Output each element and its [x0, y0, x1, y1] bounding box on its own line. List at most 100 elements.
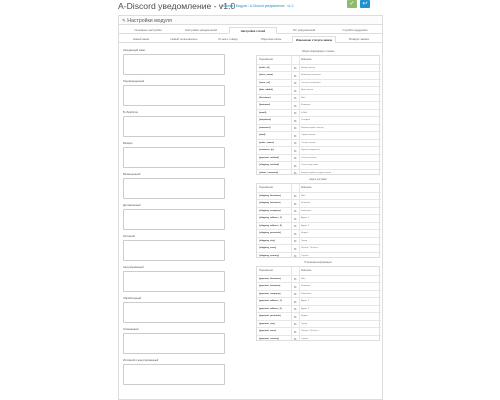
tab-5[interactable]: Служба поддержки — [331, 27, 379, 34]
field-label: Истёкший и аннулированный — [123, 359, 159, 362]
variable-name: {payment_city} — [259, 322, 275, 325]
copy-icon[interactable]: ⧉ — [294, 164, 296, 168]
copy-icon[interactable]: ⧉ — [294, 315, 296, 319]
copy-icon[interactable]: ⧉ — [294, 254, 296, 258]
template-textarea[interactable] — [123, 147, 225, 168]
subtab-5[interactable]: Изменение статуса заказа — [292, 36, 336, 43]
variable-description: Адрес 1 — [301, 300, 310, 302]
tab-1[interactable]: Основные настройки — [125, 27, 171, 34]
variable-name: {store_url} — [259, 81, 271, 84]
check-icon: ✓ — [349, 1, 355, 7]
copy-icon[interactable]: ⧉ — [294, 202, 296, 206]
variable-row: {customer_ip} ⧉ Группа покупателя — [257, 146, 381, 154]
variable-name: {total} — [259, 134, 266, 136]
variable-row: {status_comment} ⧉ Комментарий истории зак… — [257, 168, 381, 177]
copy-icon[interactable]: ⧉ — [294, 277, 296, 281]
copy-icon[interactable]: ⧉ — [294, 81, 296, 85]
copy-icon[interactable]: ⧉ — [294, 171, 296, 175]
variable-description: Имя — [301, 277, 306, 280]
copy-icon[interactable]: ⧉ — [294, 217, 296, 221]
copy-icon[interactable]: ⧉ — [294, 300, 296, 304]
copy-icon[interactable]: ⧉ — [294, 134, 296, 138]
variable-name: {payment_zone} — [259, 330, 276, 332]
variable-description: Фамилия — [301, 285, 311, 287]
variable-description: Имя — [301, 194, 306, 197]
field-label: Отменённый — [123, 328, 139, 331]
tab-3[interactable]: Настройка статей — [229, 27, 277, 34]
variable-row: {store_url} ⧉ Ссылка на магазин — [257, 78, 381, 87]
copy-icon[interactable]: ⧉ — [294, 126, 296, 130]
variables-section-title: Адрес доставки — [309, 178, 327, 181]
copy-icon[interactable]: ⧉ — [294, 194, 296, 198]
copy-icon[interactable]: ⧉ — [294, 149, 296, 153]
template-textarea[interactable] — [123, 364, 225, 385]
copy-icon[interactable]: ⧉ — [294, 322, 296, 326]
subtab-3[interactable]: Отзыв к товару — [207, 36, 249, 43]
copy-icon[interactable]: ⧉ — [294, 337, 296, 341]
variable-description: Город — [301, 322, 307, 325]
copy-icon[interactable]: ⧉ — [294, 156, 296, 160]
template-textarea[interactable] — [123, 54, 225, 75]
breadcrumb-home[interactable]: Главная — [221, 4, 233, 8]
copy-icon[interactable]: ⧉ — [294, 232, 296, 236]
template-textarea[interactable] — [123, 240, 225, 261]
copy-icon[interactable]: ⧉ — [294, 66, 296, 70]
template-textarea[interactable] — [123, 85, 225, 106]
variable-row: {order_status} ⧉ Статус заказа — [257, 138, 381, 147]
copy-icon[interactable]: ⧉ — [294, 104, 296, 108]
variable-description: Название магазина — [301, 74, 321, 76]
field-label: Истекший — [123, 235, 135, 238]
variable-name: {shipping_address_1} — [259, 217, 282, 219]
variable-description: Статус заказа — [301, 141, 316, 144]
reply-icon: ↩ — [362, 1, 368, 7]
tab-2[interactable]: Настройка уведомлений — [175, 27, 227, 34]
breadcrumb-current[interactable]: A-Discord уведомление - v1.0 — [250, 4, 293, 8]
breadcrumb-separator: / — [248, 4, 250, 8]
variable-column-header: Переменная — [259, 58, 273, 61]
save-button[interactable]: ✓ — [347, 0, 357, 8]
template-textarea[interactable] — [123, 271, 225, 292]
copy-icon[interactable]: ⧉ — [294, 74, 296, 78]
variable-description: Компания — [301, 292, 312, 295]
variable-row: {shipping_zone} ⧉ Регион / Область — [257, 244, 381, 252]
template-textarea[interactable] — [123, 116, 225, 137]
variable-description: Регион / Область — [301, 247, 319, 249]
copy-icon[interactable]: ⧉ — [294, 209, 296, 213]
copy-icon[interactable]: ⧉ — [294, 307, 296, 311]
copy-icon[interactable]: ⧉ — [294, 119, 296, 123]
value-column-header: Значение — [301, 58, 312, 61]
template-textarea[interactable] — [123, 209, 225, 230]
variable-description: Город — [301, 239, 307, 242]
subtab-1[interactable]: Новый заказ — [121, 36, 161, 43]
template-textarea[interactable] — [123, 178, 225, 199]
copy-icon[interactable]: ⧉ — [294, 292, 296, 296]
copy-icon[interactable]: ⧉ — [294, 96, 296, 100]
copy-icon[interactable]: ⧉ — [294, 141, 296, 145]
variable-row: {payment_city} ⧉ Город — [257, 319, 381, 328]
variable-name: {order_id} — [259, 66, 270, 69]
breadcrumb-modules[interactable]: Модули — [236, 4, 247, 8]
copy-icon[interactable]: ⧉ — [294, 224, 296, 228]
subtab-4[interactable]: Обратная связь — [250, 36, 292, 43]
copy-icon[interactable]: ⧉ — [294, 285, 296, 289]
tab-4[interactable]: Лог уведомлений — [279, 27, 329, 34]
variable-row: {telephone} ⧉ Телефон — [257, 116, 381, 124]
variable-row: {payment_method} ⧉ Способ оплаты — [257, 153, 381, 162]
field-label: Аннулированный — [123, 266, 144, 269]
variable-row: {shipping_lastname} ⧉ Фамилия — [257, 199, 381, 207]
template-textarea[interactable] — [123, 302, 225, 323]
variable-row: {comment} ⧉ Комментарий к заказу — [257, 123, 381, 132]
copy-icon[interactable]: ⧉ — [294, 330, 296, 334]
copy-icon[interactable]: ⧉ — [294, 89, 296, 93]
copy-icon[interactable]: ⧉ — [294, 247, 296, 251]
template-textarea[interactable] — [123, 333, 225, 354]
copy-icon[interactable]: ⧉ — [294, 111, 296, 115]
back-button[interactable]: ↩ — [360, 0, 370, 8]
settings-panel: ✎ Настройки модуля Основные настройки Нас… — [118, 15, 383, 400]
variable-name: {shipping_city} — [259, 239, 275, 242]
subtab-6[interactable]: Возврат заказа — [338, 36, 380, 43]
copy-icon[interactable]: ⧉ — [294, 239, 296, 243]
subtab-2[interactable]: Новый пользователь — [163, 36, 205, 43]
variable-row: {payment_company} ⧉ Компания — [257, 289, 381, 298]
variable-row: {shipping_country} ⧉ Страна — [257, 251, 381, 260]
